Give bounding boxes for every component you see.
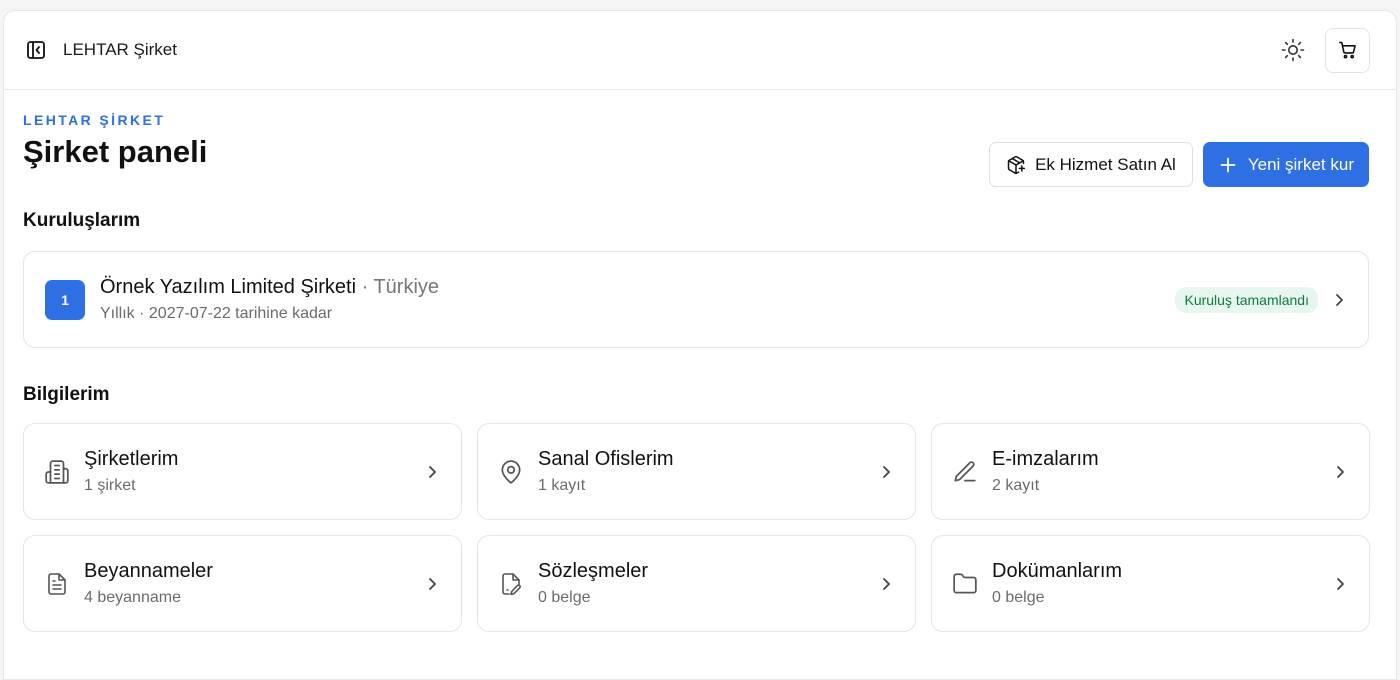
card-virtual-offices[interactable]: Sanal Ofislerim 1 kayıt [477,423,916,520]
file-text-icon [44,571,70,597]
card-title: Sözleşmeler [538,560,649,582]
chevron-right-icon [427,465,437,479]
setup-company-name: Örnek Yazılım Limited Şirketi [100,276,357,298]
topbar-actions [1279,27,1370,73]
page-eyebrow: LEHTAR ŞİRKET [23,112,166,128]
chevron-right-icon [881,465,891,479]
cart-button[interactable] [1325,27,1370,73]
card-title: Beyannameler [84,560,213,582]
card-subtitle: 0 belge [992,589,1045,606]
card-title: Şirketlerim [84,448,179,470]
pen-icon [952,459,978,485]
building-icon [44,459,70,485]
sun-icon[interactable] [1279,36,1307,64]
chevron-right-icon [1335,465,1345,479]
card-subtitle: 2 kayıt [992,477,1040,494]
file-signature-icon [498,571,524,597]
card-subtitle: 4 beyanname [84,589,181,606]
sidebar-toggle-icon[interactable] [25,39,47,61]
header-actions: Ek Hizmet Satın Al Yeni şirket kur [989,142,1369,187]
card-text: Sanal Ofislerim 1 kayıt [538,448,674,495]
setup-number-badge: 1 [45,279,85,320]
chevron-right-icon [427,577,437,591]
card-companies[interactable]: Şirketlerim 1 şirket [23,423,462,520]
app-title: LEHTAR Şirket [63,40,177,59]
setup-separator: · [361,276,369,298]
card-text: Şirketlerim 1 şirket [84,448,178,495]
card-subtitle: 0 belge [538,589,591,606]
cart-icon [1338,41,1356,59]
folder-icon [952,571,978,597]
setup-period: Yıllık · 2027-07-22 tarihine kadar [100,305,333,322]
setup-text: Örnek Yazılım Limited Şirketi · Türkiye … [100,276,439,323]
card-title: E-imzalarım [992,448,1099,470]
new-company-label: Yeni şirket kur [1247,154,1354,174]
chevron-right-icon [881,577,891,591]
main-content: LEHTAR ŞİRKET Şirket paneli Ek Hizmet Sa… [4,112,1396,632]
info-cards-grid: Şirketlerim 1 şirket Sanal Ofislerim 1 k… [23,423,1370,632]
card-text: Sözleşmeler 0 belge [538,560,648,607]
plus-icon [1220,157,1236,172]
card-subtitle: 1 şirket [84,477,136,494]
card-subtitle: 1 kayıt [538,477,586,494]
new-company-button[interactable]: Yeni şirket kur [1202,142,1369,187]
card-text: Dokümanlarım 0 belge [992,560,1122,607]
section-title-setups: Kuruluşlarım [23,210,141,231]
card-contracts[interactable]: Sözleşmeler 0 belge [477,535,916,632]
card-text: E-imzalarım 2 kayıt [992,448,1099,495]
buy-service-label: Ek Hizmet Satın Al [1035,154,1176,174]
card-declarations[interactable]: Beyannameler 4 beyanname [23,535,462,632]
status-badge: Kuruluş tamamlandı [1175,286,1318,313]
card-documents[interactable]: Dokümanlarım 0 belge [931,535,1370,632]
card-title: Dokümanlarım [992,560,1123,582]
section-title-info: Bilgilerim [23,384,110,405]
map-pin-icon [498,459,524,485]
top-bar: LEHTAR Şirket [4,11,1396,90]
setup-heading: Örnek Yazılım Limited Şirketi · Türkiye [100,276,439,299]
card-text: Beyannameler 4 beyanname [84,560,213,607]
app-window: LEHTAR Şirket LEHTAR ŞİRKET Şirket panel… [3,10,1397,680]
setup-card[interactable]: 1 Örnek Yazılım Limited Şirketi · Türkiy… [23,251,1369,348]
package-plus-icon [1007,155,1026,174]
buy-service-button[interactable]: Ek Hizmet Satın Al [989,142,1193,187]
card-e-signatures[interactable]: E-imzalarım 2 kayıt [931,423,1370,520]
setup-country: Türkiye [373,276,440,298]
card-title: Sanal Ofislerim [538,448,674,470]
chevron-right-icon [1334,293,1344,307]
chevron-right-icon [1335,577,1345,591]
